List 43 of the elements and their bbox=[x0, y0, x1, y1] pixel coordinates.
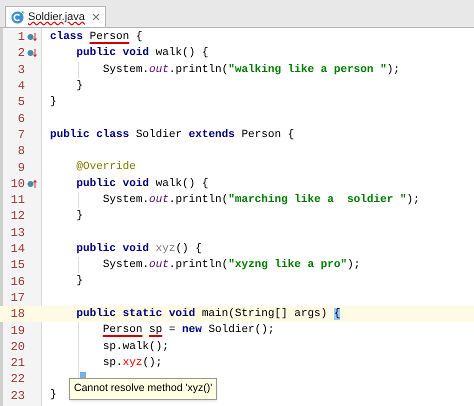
error-tooltip: Cannot resolve method 'xyz()' bbox=[69, 378, 218, 400]
code-line: System.out.println("xyzng like a pro"); bbox=[102, 258, 360, 274]
code-line: @Override bbox=[75, 160, 136, 176]
line-number: 21 bbox=[10, 355, 25, 372]
code-line: sp.xyz(); bbox=[102, 356, 162, 371]
code-line: class Person { bbox=[50, 30, 142, 45]
line-number: 19 bbox=[10, 322, 25, 340]
code-line: public void walk() { bbox=[75, 176, 208, 192]
line-number: 12 bbox=[10, 208, 25, 226]
line-number: 14 bbox=[10, 241, 25, 258]
code-line: } bbox=[75, 274, 84, 290]
line-number: 17 bbox=[10, 290, 25, 307]
code-line: public class Soldier extends Person { bbox=[50, 128, 294, 143]
code-line: } bbox=[75, 78, 84, 94]
code-line: sp.walk(); bbox=[102, 340, 169, 355]
code-line: } bbox=[50, 388, 57, 404]
line-number: 6 bbox=[16, 110, 25, 128]
line-number: 5 bbox=[16, 94, 25, 112]
line-number: 9 bbox=[16, 160, 25, 177]
line-number: 11 bbox=[10, 192, 25, 210]
line-number: 7 bbox=[16, 126, 25, 144]
line-number: 2 bbox=[16, 45, 25, 62]
code-line: } bbox=[50, 95, 57, 110]
line-number: 4 bbox=[16, 78, 25, 96]
code-line: public void xyz() { bbox=[75, 242, 202, 257]
line-number: 23 bbox=[10, 388, 25, 405]
code-line: System.out.println("walking like a person "); bbox=[102, 62, 400, 78]
line-number: 22 bbox=[10, 371, 25, 388]
code-line: public void walk() { bbox=[75, 46, 208, 62]
line-number: 13 bbox=[10, 224, 25, 242]
code-line: public static void main(String[] args) { bbox=[75, 306, 340, 322]
code-line: System.out.println("marching like a soldier "); bbox=[102, 192, 420, 208]
file-tab[interactable]: Soldier.java bbox=[5, 6, 106, 27]
line-number: 20 bbox=[10, 338, 25, 356]
line-number: 18 bbox=[10, 306, 25, 324]
line-number: 10 bbox=[10, 176, 25, 193]
line-number: 3 bbox=[16, 62, 25, 79]
line-number: 1 bbox=[16, 29, 25, 46]
code-line: Person sp = new Soldier(); bbox=[102, 323, 274, 338]
line-number: 8 bbox=[16, 143, 25, 160]
line-number: 16 bbox=[10, 274, 25, 291]
line-number: 15 bbox=[10, 257, 25, 274]
code-line: } bbox=[75, 209, 84, 224]
